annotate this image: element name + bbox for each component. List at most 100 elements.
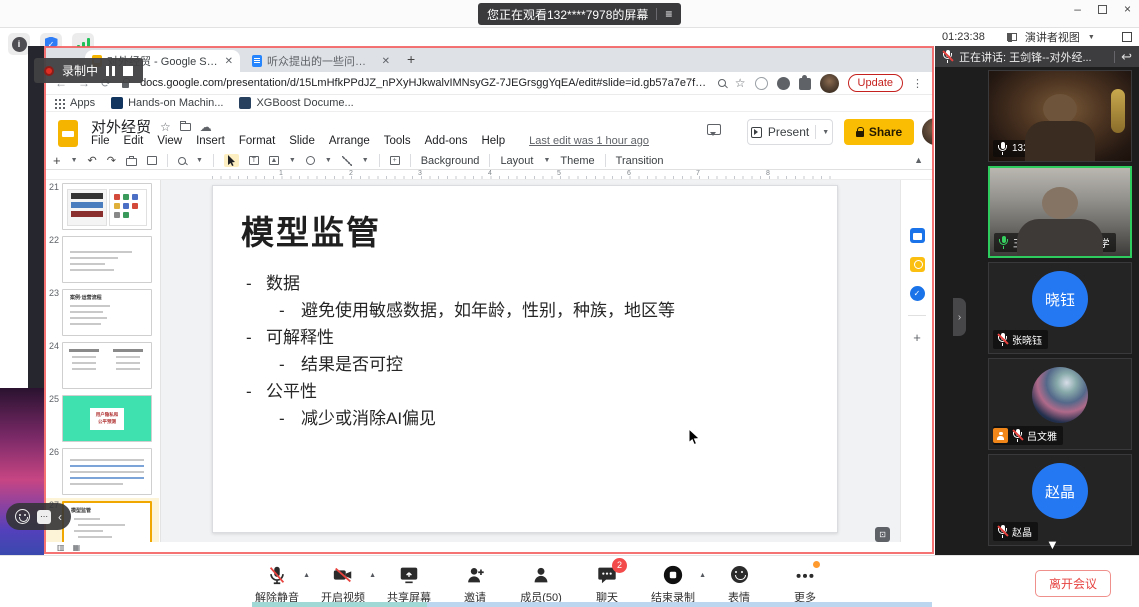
invite-button[interactable]: 邀请 (450, 563, 500, 605)
info-icon[interactable]: i (8, 33, 30, 55)
select-tool[interactable] (224, 154, 239, 167)
chevron-up-icon[interactable]: ▲ (303, 572, 310, 579)
zoom-icon[interactable] (718, 79, 726, 87)
present-button[interactable]: Present ▼ (747, 119, 833, 145)
menu-view[interactable]: View (157, 135, 182, 147)
extension-icon[interactable] (755, 77, 768, 90)
thumbnail-21[interactable]: 21 (45, 180, 159, 232)
print-icon[interactable] (126, 158, 137, 166)
thumbnail-24[interactable]: 24 (45, 339, 159, 391)
add-addon-icon[interactable]: + (913, 330, 921, 345)
chat-button[interactable]: 聊天 2 (582, 563, 632, 605)
more-button[interactable]: 更多 (780, 563, 830, 605)
mic-muted-icon[interactable] (942, 50, 953, 63)
share-button[interactable]: Share (844, 119, 914, 145)
tab-close-icon[interactable]: ✕ (382, 56, 390, 67)
shape-icon[interactable] (306, 156, 315, 165)
background-button[interactable]: Background (421, 155, 480, 167)
stop-recording-button[interactable]: 结束录制 ▲ (648, 563, 698, 605)
text-box-icon[interactable]: T (249, 156, 259, 165)
undo-button[interactable]: ↶ (88, 154, 97, 167)
new-slide-button[interactable]: + (53, 153, 61, 168)
fullscreen-icon[interactable] (1122, 32, 1132, 42)
menu-file[interactable]: File (91, 135, 110, 147)
minimize-button[interactable]: – (1074, 2, 1081, 16)
extension-icon[interactable] (777, 77, 790, 90)
layout-button[interactable]: Layout (500, 155, 533, 167)
chevron-down-icon[interactable]: ▼ (822, 129, 829, 136)
share-screen-button[interactable]: 共享屏幕 (384, 563, 434, 605)
bookmark-apps[interactable]: Apps (55, 97, 95, 109)
participant-tile[interactable]: 132****7978 (988, 70, 1132, 162)
menu-edit[interactable]: Edit (124, 135, 144, 147)
banner-menu-icon[interactable]: ≡ (665, 7, 672, 21)
view-mode-selector[interactable]: 演讲者视图 (1025, 29, 1080, 45)
update-button[interactable]: Update (848, 74, 903, 92)
insert-comment-icon[interactable]: + (390, 156, 400, 165)
current-slide[interactable]: 模型监管 数据 避免使用敏感数据，如年龄，性别，种族，地区等 可解释性 结果是否… (212, 185, 838, 533)
sidebar-expand-tab[interactable]: › (953, 298, 966, 336)
menu-arrange[interactable]: Arrange (329, 135, 370, 147)
paint-format-icon[interactable] (147, 156, 157, 165)
bookmark-item[interactable]: XGBoost Docume... (239, 97, 353, 109)
chevron-down-icon[interactable]: ▼ (289, 157, 296, 164)
close-button[interactable]: × (1124, 2, 1131, 16)
menu-insert[interactable]: Insert (196, 135, 225, 147)
keep-icon[interactable] (910, 257, 925, 272)
address-input[interactable]: docs.google.com/presentation/d/15LmHfkPP… (140, 77, 707, 89)
collapse-toolbar-icon[interactable]: ▲ (914, 155, 923, 165)
participant-tile[interactable]: 赵晶 赵晶 (988, 454, 1132, 546)
tab-close-icon[interactable]: ✕ (225, 56, 233, 67)
back-arrow-icon[interactable]: ↩ (1121, 49, 1132, 65)
thumbnail-26[interactable]: 26 (45, 445, 159, 497)
leave-meeting-button[interactable]: 离开会议 (1035, 570, 1111, 597)
chevron-down-icon[interactable]: ▼ (71, 157, 78, 164)
menu-format[interactable]: Format (239, 135, 275, 147)
bookmark-star-icon[interactable]: ☆ (735, 76, 746, 90)
account-avatar[interactable] (922, 118, 933, 145)
menu-slide[interactable]: Slide (289, 135, 315, 147)
more-icon[interactable]: ⋯ (37, 510, 51, 524)
collapse-chevron-icon[interactable]: ‹ (58, 510, 62, 524)
chrome-menu-icon[interactable]: ⋮ (912, 77, 923, 90)
grid-view-icon[interactable]: ▦ (73, 543, 81, 552)
last-edit-link[interactable]: Last edit was 1 hour ago (529, 135, 649, 147)
stop-recording-button[interactable] (123, 66, 133, 76)
profile-avatar[interactable] (820, 74, 839, 93)
slides-app-icon[interactable] (58, 120, 78, 147)
pause-recording-button[interactable] (106, 66, 115, 76)
thumbnail-25[interactable]: 25 用户隐私和公平预测 (45, 392, 159, 444)
chevron-down-icon[interactable]: ▼ (362, 157, 369, 164)
chevron-down-icon[interactable]: ▼ (1088, 34, 1095, 41)
chevron-down-icon[interactable]: ▼ (325, 157, 332, 164)
doc-title[interactable]: 对外经贸 (91, 116, 151, 137)
participant-tile-speaking[interactable]: 王剑锋--对外经贸大学 (988, 166, 1132, 258)
chevron-down-icon[interactable]: ▼ (196, 157, 203, 164)
transition-button[interactable]: Transition (616, 155, 664, 167)
chevron-up-icon[interactable]: ▲ (369, 572, 376, 579)
comment-icon[interactable] (707, 124, 721, 135)
new-tab-button[interactable]: + (407, 51, 415, 67)
maximize-button[interactable] (1098, 5, 1107, 14)
redo-button[interactable]: ↷ (107, 154, 116, 167)
line-icon[interactable] (342, 156, 352, 166)
emoji-button[interactable]: 表情 (714, 563, 764, 605)
emoji-icon[interactable] (15, 509, 30, 524)
menu-tools[interactable]: Tools (384, 135, 411, 147)
scroll-down-icon[interactable]: ▼ (1046, 537, 1059, 552)
chevron-down-icon[interactable]: ▼ (543, 157, 550, 164)
theme-button[interactable]: Theme (560, 155, 594, 167)
calendar-icon[interactable] (910, 228, 925, 243)
star-icon[interactable]: ☆ (160, 120, 171, 134)
participant-tile[interactable]: 晓钰 张晓钰 (988, 262, 1132, 354)
participant-tile[interactable]: 吕文雅 (988, 358, 1132, 450)
filmstrip-view-icon[interactable]: ▥ (57, 543, 65, 552)
thumbnail-23[interactable]: 23 案例·运营流程 (45, 286, 159, 338)
chevron-up-icon[interactable]: ▲ (699, 572, 706, 579)
image-icon[interactable]: ▲ (269, 156, 279, 165)
move-folder-icon[interactable] (180, 123, 191, 131)
unmute-button[interactable]: 解除静音 ▲ (252, 563, 302, 605)
bookmark-item[interactable]: Hands-on Machin... (111, 97, 223, 109)
start-video-button[interactable]: 开启视频 ▲ (318, 563, 368, 605)
extensions-puzzle-icon[interactable] (799, 78, 811, 90)
